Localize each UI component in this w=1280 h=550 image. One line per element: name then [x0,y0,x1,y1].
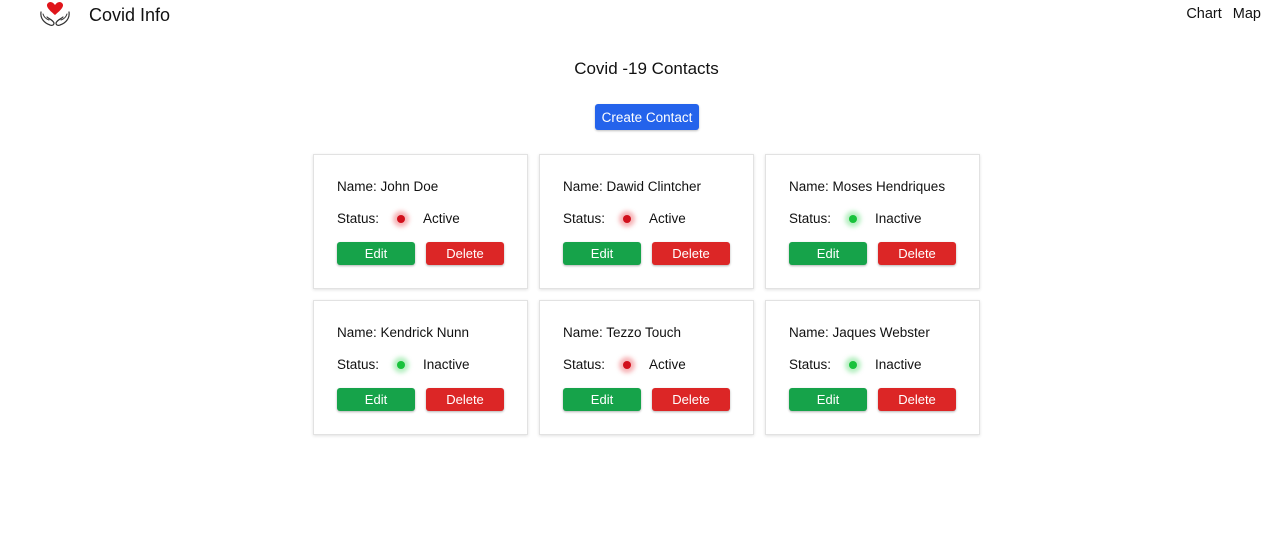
contact-status: Status: Inactive [337,357,470,372]
brand-name: Covid Info [89,4,171,25]
status-value: Active [649,357,686,372]
status-value: Inactive [875,357,922,372]
card-actions: Edit Delete [563,242,730,265]
contact-card: Name: Tezzo Touch Status: Active Edit De… [539,300,754,435]
delete-button[interactable]: Delete [878,388,956,411]
page-title: Covid -19 Contacts [574,59,719,78]
contact-name: Name: Moses Hendriques [789,179,946,194]
contact-card: Name: Jaques Webster Status: Inactive Ed… [765,300,980,435]
delete-button[interactable]: Delete [878,242,956,265]
contact-name: Name: John Doe [337,179,439,194]
top-navbar: Covid Info Chart Map [0,0,1280,30]
create-contact-button[interactable]: Create Contact [595,104,699,130]
status-active-dot-icon [623,360,632,369]
contact-card: Name: Dawid Clintcher Status: Active Edi… [539,154,754,289]
status-active-dot-icon [623,214,632,223]
contact-status: Status: Inactive [789,357,922,372]
contact-card: Name: Kendrick Nunn Status: Inactive Edi… [313,300,528,435]
contact-name: Name: Dawid Clintcher [563,179,702,194]
contact-status: Status: Active [563,211,686,226]
status-value: Active [649,211,686,226]
status-value: Inactive [423,357,470,372]
edit-button[interactable]: Edit [563,388,641,411]
contact-status: Status: Active [337,211,460,226]
contact-status: Status: Active [563,357,686,372]
contact-name: Name: Kendrick Nunn [337,325,470,340]
contact-card: Name: Moses Hendriques Status: Inactive … [765,154,980,289]
card-actions: Edit Delete [789,242,956,265]
status-label: Status: [337,357,380,372]
card-actions: Edit Delete [337,242,504,265]
status-value: Active [423,211,460,226]
edit-button[interactable]: Edit [789,388,867,411]
contact-name: Name: Tezzo Touch [563,325,682,340]
nav-map-link[interactable]: Map [1233,6,1261,22]
heart-in-hands-icon [40,1,70,26]
status-inactive-dot-icon [849,360,858,369]
contact-status: Status: Inactive [789,211,922,226]
edit-button[interactable]: Edit [337,242,415,265]
main-nav: Chart Map [1186,0,1261,28]
card-actions: Edit Delete [337,388,504,411]
delete-button[interactable]: Delete [652,388,730,411]
status-label: Status: [789,211,832,226]
status-label: Status: [789,357,832,372]
card-actions: Edit Delete [789,388,956,411]
contact-card: Name: John Doe Status: Active Edit Delet… [313,154,528,289]
delete-button[interactable]: Delete [426,388,504,411]
nav-chart-link[interactable]: Chart [1186,6,1221,22]
contact-name: Name: Jaques Webster [789,325,930,340]
edit-button[interactable]: Edit [789,242,867,265]
card-actions: Edit Delete [563,388,730,411]
brand-link[interactable]: Covid Info [38,0,170,30]
contacts-grid: Name: John Doe Status: Active Edit Delet… [313,154,980,435]
status-label: Status: [337,211,380,226]
status-inactive-dot-icon [397,360,406,369]
edit-button[interactable]: Edit [337,388,415,411]
delete-button[interactable]: Delete [652,242,730,265]
status-value: Inactive [875,211,922,226]
status-inactive-dot-icon [849,214,858,223]
edit-button[interactable]: Edit [563,242,641,265]
status-active-dot-icon [397,214,406,223]
delete-button[interactable]: Delete [426,242,504,265]
status-label: Status: [563,211,606,226]
status-label: Status: [563,357,606,372]
